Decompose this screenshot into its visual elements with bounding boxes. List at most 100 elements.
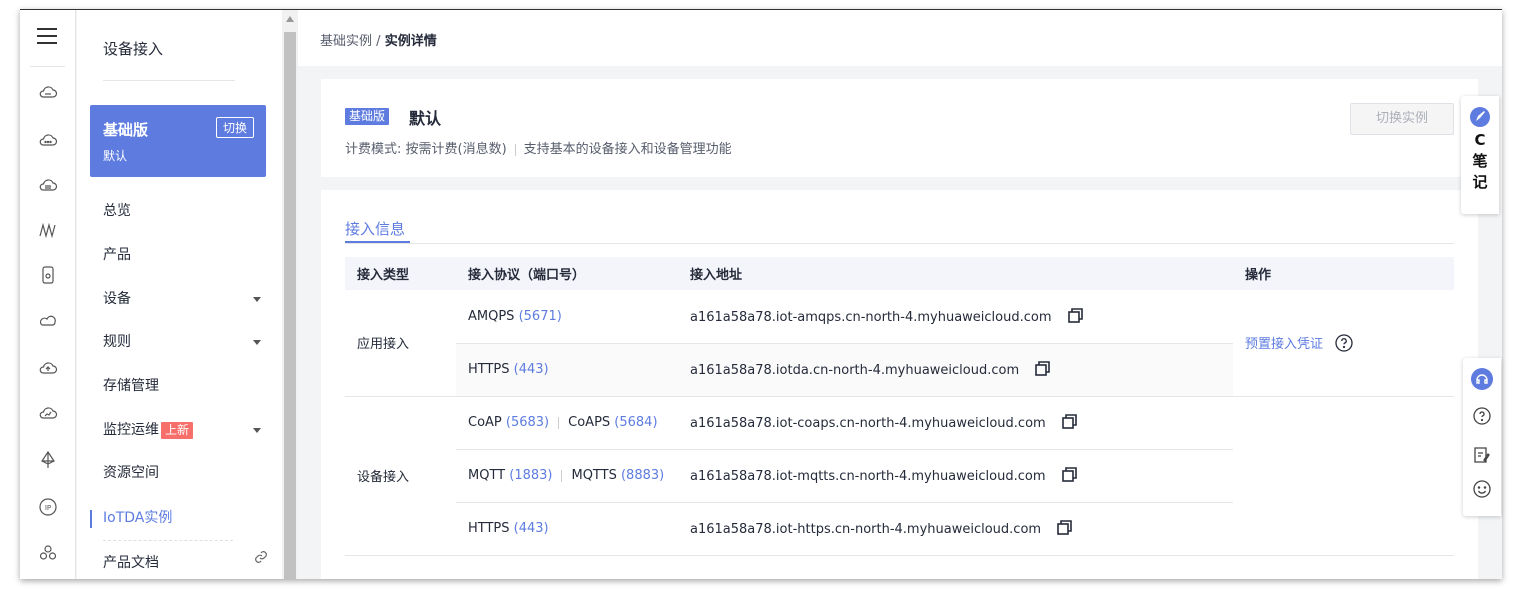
cloud-more-icon[interactable] bbox=[38, 130, 58, 150]
cloud-monitor-icon[interactable] bbox=[38, 403, 58, 423]
sidebar-item-overview[interactable]: 总览 bbox=[103, 201, 273, 221]
protocol-name: HTTPS bbox=[468, 521, 510, 536]
copy-icon[interactable] bbox=[1035, 361, 1050, 376]
copy-icon[interactable] bbox=[1061, 467, 1077, 482]
sidebar-item-label: 产品 bbox=[103, 247, 131, 263]
tab-access-info[interactable]: 接入信息 bbox=[345, 218, 405, 239]
sidebar-item-label: 产品文档 bbox=[103, 555, 159, 571]
switch-instance-button[interactable]: 切换实例 bbox=[1350, 103, 1454, 135]
new-badge: 上新 bbox=[161, 422, 194, 439]
access-address: a161a58a78.iot-amqps.cn-north-4.myhuawei… bbox=[690, 309, 1052, 325]
smiley-feedback-icon[interactable] bbox=[1471, 478, 1493, 500]
sidebar-item-monitoring[interactable]: 监控运维 上新 bbox=[103, 420, 273, 440]
instance-switch-button[interactable]: 切换 bbox=[215, 117, 254, 138]
hamburger-menu-icon[interactable] bbox=[37, 28, 57, 44]
sidebar-item-rules[interactable]: 规则 bbox=[103, 332, 273, 352]
ip-address-icon[interactable]: IP bbox=[38, 497, 58, 517]
sidebar-item-label: 存储管理 bbox=[103, 378, 159, 394]
port-number: (1883) bbox=[509, 468, 553, 483]
access-address: a161a58a78.iot-https.cn-north-4.myhuawei… bbox=[690, 522, 1042, 537]
table-row: 应用接入 AMQPS (5671) a161a58a78.iot-amqps.c… bbox=[345, 290, 1454, 397]
network-wave-icon[interactable] bbox=[38, 220, 58, 240]
edition-tag: 基础版 bbox=[345, 108, 390, 125]
help-question-icon[interactable] bbox=[1471, 405, 1493, 427]
address-cell: a161a58a78.iot-coaps.cn-north-4.myhuawei… bbox=[678, 396, 1233, 450]
feedback-edit-icon[interactable] bbox=[1471, 444, 1493, 466]
access-address: a161a58a78.iot-mqtts.cn-north-4.myhuawei… bbox=[690, 469, 1046, 484]
note-widget[interactable]: C 笔 记 bbox=[1461, 96, 1499, 214]
cloud-service-icon[interactable] bbox=[38, 82, 58, 102]
protocol-name: MQTT bbox=[468, 468, 506, 483]
sidebar-title: 设备接入 bbox=[103, 40, 164, 58]
tab-bar-line bbox=[345, 243, 1454, 244]
note-pen-icon bbox=[1469, 106, 1491, 128]
protocol-cell: CoAP (5683) CoAPS (5684) bbox=[456, 396, 678, 450]
instance-card[interactable]: 基础版 默认 切换 bbox=[90, 105, 266, 177]
tab-active-underline bbox=[345, 241, 410, 243]
port-number: (8883) bbox=[620, 468, 665, 483]
protocol-cell: AMQPS (5671) bbox=[456, 290, 678, 344]
console-window: IP 设备接入 基础版 默认 切换 总览 产品 设备 规则 存储管理 监控运维上… bbox=[20, 9, 1502, 579]
table-header-row: 接入类型 接入协议（端口号） 接入地址 操作 bbox=[345, 257, 1454, 290]
sidebar-scrollbar[interactable] bbox=[282, 10, 298, 579]
breadcrumb-parent[interactable]: 基础实例 bbox=[320, 34, 372, 49]
billing-mode: 计费模式: 按需计费(消息数) bbox=[345, 142, 507, 157]
rail-divider bbox=[30, 66, 65, 67]
port-number: (443) bbox=[513, 362, 549, 377]
sidebar-item-label: IoTDA实例 bbox=[103, 510, 173, 526]
cloud-storage-icon[interactable] bbox=[38, 310, 58, 330]
cluster-icon[interactable] bbox=[38, 543, 58, 563]
scroll-up-arrow-icon[interactable] bbox=[286, 16, 294, 22]
protocol-name: AMQPS bbox=[468, 308, 515, 324]
protocol-name: CoAPS bbox=[568, 415, 611, 430]
column-header: 接入地址 bbox=[678, 257, 1233, 290]
sidebar-item-products[interactable]: 产品 bbox=[103, 245, 273, 265]
sidebar-item-label: 资源空间 bbox=[103, 465, 159, 481]
sidebar-item-label: 总览 bbox=[103, 203, 131, 219]
instance-description: 计费模式: 按需计费(消息数) 支持基本的设备接入和设备管理功能 bbox=[345, 138, 732, 157]
address-cell: a161a58a78.iot-https.cn-north-4.myhuawei… bbox=[678, 502, 1233, 556]
protocol-cell: HTTPS (443) bbox=[456, 343, 678, 397]
sidebar-item-docs[interactable]: 产品文档 bbox=[103, 551, 273, 573]
sidebar-item-label: 监控运维 bbox=[103, 422, 159, 438]
copy-icon[interactable] bbox=[1057, 520, 1072, 535]
sidebar-item-devices[interactable]: 设备 bbox=[103, 289, 273, 309]
instance-card-subtitle: 默认 bbox=[103, 149, 128, 163]
preset-credential-link[interactable]: 预置接入凭证 bbox=[1245, 337, 1323, 352]
protocol-name: CoAP bbox=[468, 415, 502, 430]
distribution-icon[interactable] bbox=[38, 450, 58, 470]
access-address: a161a58a78.iotda.cn-north-4.myhuaweiclou… bbox=[690, 363, 1020, 378]
port-number: (443) bbox=[513, 521, 549, 536]
chevron-down-icon bbox=[253, 340, 261, 345]
device-phone-icon[interactable] bbox=[38, 265, 58, 285]
access-table: 接入类型 接入协议（端口号） 接入地址 操作 应用接入 AMQPS (5671)… bbox=[345, 257, 1454, 556]
protocol-divider bbox=[558, 416, 560, 429]
copy-icon[interactable] bbox=[1061, 414, 1077, 429]
access-type-cell: 应用接入 bbox=[345, 290, 456, 397]
breadcrumb: 基础实例 / 实例详情 bbox=[320, 30, 437, 49]
port-number: (5683) bbox=[505, 415, 550, 430]
top-bar: 基础实例 / 实例详情 bbox=[298, 10, 1502, 66]
sidebar-item-iotda-instance[interactable]: IoTDA实例 bbox=[103, 508, 273, 528]
operation-cell: 预置接入凭证 bbox=[1233, 290, 1454, 397]
sidebar-item-resource-space[interactable]: 资源空间 bbox=[103, 463, 273, 483]
cloud-database-icon[interactable] bbox=[38, 175, 58, 195]
cloud-upload-icon[interactable] bbox=[38, 358, 58, 378]
operation-cell bbox=[1233, 396, 1454, 556]
protocol-name: HTTPS bbox=[468, 362, 510, 377]
external-link-icon bbox=[253, 549, 269, 565]
breadcrumb-separator: / bbox=[376, 34, 381, 49]
access-address: a161a58a78.iot-coaps.cn-north-4.myhuawei… bbox=[690, 416, 1046, 431]
column-header: 接入类型 bbox=[345, 257, 456, 290]
protocol-cell: MQTT (1883) MQTTS (8883) bbox=[456, 449, 678, 503]
address-cell: a161a58a78.iotda.cn-north-4.myhuaweiclou… bbox=[678, 343, 1233, 397]
sidebar-item-storage[interactable]: 存储管理 bbox=[103, 376, 273, 396]
service-rail: IP bbox=[20, 10, 76, 579]
help-circle-icon[interactable] bbox=[1335, 334, 1353, 352]
main-content: 基础实例 / 实例详情 基础版 默认 计费模式: 按需计费(消息数) 支持基本的设… bbox=[298, 10, 1502, 579]
scroll-thumb[interactable] bbox=[284, 32, 296, 579]
customer-service-icon[interactable] bbox=[1471, 368, 1493, 390]
access-type-cell: 设备接入 bbox=[345, 396, 456, 556]
instance-name: 默认 bbox=[409, 109, 442, 128]
copy-icon[interactable] bbox=[1067, 307, 1083, 323]
